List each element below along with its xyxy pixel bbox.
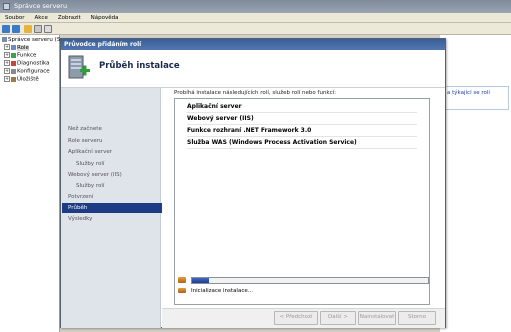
status-icon — [178, 288, 186, 293]
expand-icon[interactable]: + — [4, 60, 10, 66]
expand-icon[interactable]: + — [4, 76, 10, 82]
list-item: Služba WAS (Windows Process Activation S… — [187, 137, 417, 149]
tree-item-server-manager[interactable]: Správce serveru (S — [2, 37, 60, 44]
menu-view[interactable]: Zobrazit — [53, 13, 86, 23]
expand-icon[interactable]: + — [4, 68, 10, 74]
list-item: Aplikační server — [187, 101, 417, 113]
install-status-text: Inicializace instalace... — [191, 288, 253, 294]
previous-button[interactable]: < Předchozí — [274, 311, 318, 325]
properties-icon[interactable] — [44, 25, 52, 33]
next-button[interactable]: Další > — [320, 311, 356, 325]
diagnostics-icon — [11, 60, 16, 66]
expand-icon[interactable]: + — [4, 52, 10, 58]
wizard-title-bar[interactable]: Průvodce přidáním rolí — [61, 39, 445, 50]
tree-item-roles[interactable]: + Role — [4, 44, 29, 52]
install-button[interactable]: Nainstalovat — [358, 311, 396, 325]
expand-icon[interactable]: + — [4, 44, 10, 50]
list-item: Webový server (IIS) — [187, 113, 417, 125]
step-results[interactable]: Výsledky — [68, 214, 160, 224]
forward-icon[interactable] — [12, 25, 20, 33]
step-server-roles[interactable]: Role serveru — [68, 136, 160, 146]
tree-item-features[interactable]: + Funkce — [4, 52, 36, 60]
wizard-header: Průběh instalace — [61, 50, 445, 88]
installing-roles-list: Aplikační server Webový server (IIS) Fun… — [174, 98, 430, 305]
step-iis-role-services[interactable]: Služby rolí — [76, 181, 168, 191]
step-application-server[interactable]: Aplikační server — [68, 147, 160, 157]
step-progress[interactable]: Průběh — [62, 203, 166, 213]
progress-fill — [192, 278, 209, 283]
main-window-title-bar: Správce serveru — [0, 0, 511, 13]
tree-item-storage[interactable]: + Úložiště — [4, 76, 39, 84]
server-manager-icon — [3, 3, 10, 10]
step-confirmation[interactable]: Potvrzení — [68, 192, 160, 202]
install-progress-bar — [191, 277, 429, 284]
wizard-page-heading: Průběh instalace — [99, 61, 180, 71]
tree-item-diagnostics[interactable]: + Diagnostika — [4, 60, 49, 68]
show-hide-tree-icon[interactable] — [34, 25, 42, 33]
menu-action[interactable]: Akce — [29, 13, 52, 23]
wizard-step-nav: Než začnete Role serveru Aplikační serve… — [61, 88, 166, 328]
step-app-role-services[interactable]: Služby rolí — [76, 159, 168, 169]
step-before-you-begin[interactable]: Než začnete — [68, 124, 160, 134]
server-icon — [2, 37, 7, 42]
toolbar — [0, 23, 511, 35]
menu-help[interactable]: Nápověda — [86, 13, 124, 23]
add-roles-wizard-dialog: Průvodce přidáním rolí Průběh instalace … — [60, 38, 446, 328]
storage-icon — [11, 76, 16, 82]
progress-icon — [178, 277, 186, 283]
configuration-icon — [11, 68, 16, 74]
up-folder-icon[interactable] — [24, 25, 32, 33]
list-item: Funkce rozhraní .NET Framework 3.0 — [187, 125, 417, 137]
cancel-button[interactable]: Storno — [398, 311, 436, 325]
right-pane — [440, 35, 511, 332]
server-install-icon — [68, 55, 90, 79]
install-description: Probíhá instalace následujících rolí, sl… — [174, 90, 337, 96]
menu-file[interactable]: Soubor — [0, 13, 29, 23]
navigation-tree: Správce serveru (S + Role + Funkce + Diagno… — [0, 35, 60, 332]
back-icon[interactable] — [2, 25, 10, 33]
roles-help-link[interactable]: a týkající se rolí — [447, 90, 490, 96]
roles-icon — [11, 44, 16, 50]
main-window-title: Správce serveru — [14, 2, 68, 10]
step-web-server-iis[interactable]: Webový server (IIS) — [68, 170, 160, 180]
features-icon — [11, 52, 16, 58]
menu-bar: Soubor Akce Zobrazit Nápověda — [0, 13, 511, 23]
tree-item-configuration[interactable]: + Konfigurace — [4, 68, 50, 76]
